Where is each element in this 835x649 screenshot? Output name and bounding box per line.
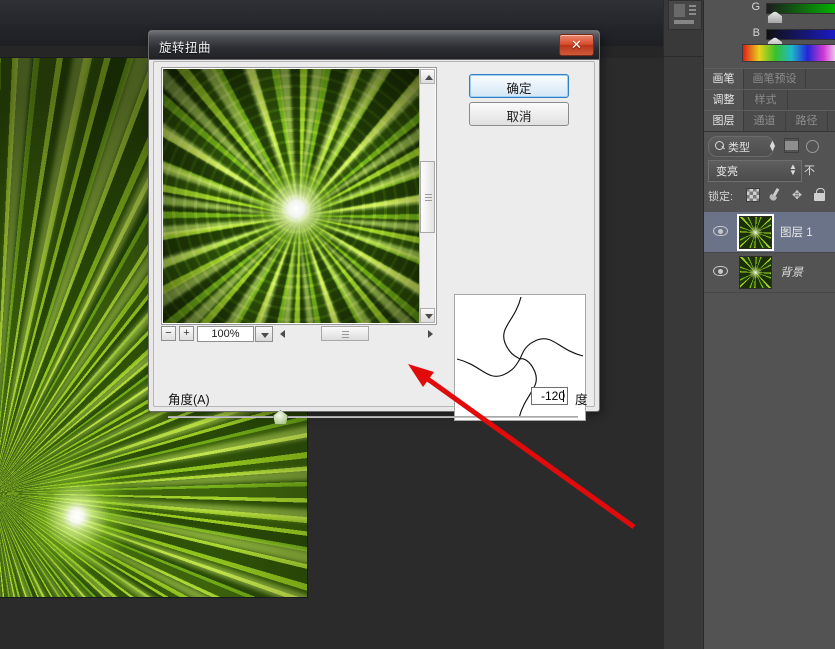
scroll-down-button[interactable] (420, 308, 435, 323)
chevron-up-icon (425, 75, 433, 80)
blend-mode-bar: 变亮 ▲▼ 不 (708, 160, 832, 182)
preview-vertical-scrollbar[interactable] (419, 69, 435, 323)
cancel-button-label: 取消 (470, 106, 568, 125)
zoom-out-button[interactable]: − (161, 326, 176, 341)
blend-mode-select[interactable]: 变亮 ▲▼ (708, 160, 802, 182)
dock-divider (664, 56, 704, 57)
close-button[interactable]: ✕ (559, 34, 594, 56)
collapsed-panel-dock[interactable] (663, 0, 704, 649)
tab-row-adjustments: 调整 样式 (704, 89, 835, 111)
collapsed-panel-button[interactable] (668, 0, 702, 30)
scrollbar-grip-icon (342, 331, 349, 338)
color-slider-row-g[interactable]: G (704, 0, 835, 22)
eye-pupil (718, 229, 723, 234)
channel-label-g: G (748, 1, 760, 13)
layer-thumb-glow (740, 217, 771, 248)
tab-brush-presets[interactable]: 画笔预设 (744, 69, 806, 89)
filter-adjustment-icon[interactable] (806, 140, 819, 153)
angle-control-row: 角度(A) -120 度 (168, 387, 588, 407)
text-caret (563, 390, 564, 402)
dialog-title-bar[interactable]: 旋转扭曲 ✕ (149, 31, 599, 60)
tab-adjustments[interactable]: 调整 (704, 90, 744, 110)
preview-zoom-bar: − + 100% (161, 326, 435, 344)
chevron-updown-icon: ▲▼ (789, 164, 796, 177)
blend-mode-value: 变亮 (716, 163, 738, 179)
search-icon (715, 141, 724, 150)
twirl-filter-dialog: 旋转扭曲 ✕ (148, 30, 600, 412)
layer-row-1[interactable]: 图层 1 (704, 212, 835, 253)
close-icon: ✕ (560, 35, 593, 55)
angle-value: -120 (532, 389, 565, 403)
tab-row-brushes: 画笔 画笔预设 (704, 68, 835, 90)
layer-thumb-glow (740, 257, 771, 288)
plus-icon: + (180, 327, 193, 340)
lock-label: 锁定: (708, 188, 733, 204)
angle-slider[interactable] (168, 410, 578, 424)
layer-name-2[interactable]: 背景 (780, 264, 803, 280)
panel-lines-icon (689, 5, 696, 16)
color-spectrum-ramp[interactable] (742, 44, 835, 62)
layer-filter-type-dropdown[interactable]: 类型 ▲▼ (708, 136, 774, 157)
lock-position-move-icon[interactable]: ✥ (790, 188, 804, 202)
angle-input[interactable]: -120 (531, 387, 568, 405)
layer-thumbnail[interactable] (740, 257, 771, 288)
chevron-right-icon[interactable] (428, 330, 433, 338)
opacity-label: 不 (804, 162, 815, 178)
layer-filter-bar: 类型 ▲▼ (708, 136, 832, 156)
minus-icon: − (162, 327, 175, 340)
tab-layers[interactable]: 图层 (704, 111, 744, 131)
zoom-level-field[interactable]: 100% (197, 326, 254, 342)
tab-paths[interactable]: 路径 (786, 111, 828, 131)
dialog-title: 旋转扭曲 (159, 37, 211, 56)
angle-label: 角度(A) (168, 389, 210, 408)
zoom-dropdown-button[interactable] (255, 326, 273, 342)
eye-icon[interactable] (713, 226, 728, 236)
lock-body (814, 193, 825, 201)
hscrollbar-thumb[interactable] (321, 326, 369, 341)
angle-unit-label: 度 (575, 389, 588, 408)
filter-preview-image[interactable] (163, 69, 419, 323)
eye-icon[interactable] (713, 266, 728, 276)
layer-row-2[interactable]: 背景 (704, 252, 835, 293)
scrollbar-grip-icon (425, 194, 432, 201)
preview-horizontal-scrollbar[interactable] (278, 326, 435, 342)
tab-brush[interactable]: 画笔 (704, 69, 744, 89)
zoom-level-value: 100% (198, 328, 253, 340)
dialog-body: − + 100% 确定 取消 (153, 61, 595, 407)
channel-label-b: B (748, 27, 760, 39)
ok-button-label: 确定 (470, 78, 568, 97)
tab-row-layers: 图层 通道 路径 (704, 110, 835, 132)
zoom-in-button[interactable]: + (179, 326, 194, 341)
eye-pupil (718, 269, 723, 274)
lock-bar: 锁定: ✥ (708, 186, 835, 206)
angle-slider-track[interactable] (168, 416, 578, 418)
chevron-left-icon[interactable] (280, 330, 285, 338)
lock-transparency-icon[interactable] (746, 188, 760, 202)
scroll-up-button[interactable] (420, 69, 435, 84)
angle-slider-thumb[interactable] (273, 410, 288, 425)
preview-vignette (163, 69, 419, 323)
lock-image-brush-icon[interactable] (765, 185, 784, 204)
layers-panel: 类型 ▲▼ 变亮 ▲▼ 不 锁定: ✥ (704, 132, 835, 649)
filter-preview-frame (161, 67, 437, 325)
lock-all-icon[interactable] (814, 188, 825, 201)
layer-name-1[interactable]: 图层 1 (780, 224, 813, 240)
tab-channels[interactable]: 通道 (744, 111, 786, 131)
chevron-down-icon (261, 333, 269, 338)
ok-button[interactable]: 确定 (469, 74, 569, 98)
layer-filter-label: 类型 (728, 139, 750, 155)
right-panel-dock: G B 画笔 画笔预设 调整 样式 图层 通道 路径 类型 ▲▼ (703, 0, 835, 649)
filter-pixel-icon[interactable] (784, 138, 799, 153)
chevron-down-icon (425, 314, 433, 319)
scrollbar-thumb[interactable] (420, 161, 435, 233)
tab-styles[interactable]: 样式 (744, 90, 788, 110)
cancel-button[interactable]: 取消 (469, 102, 569, 126)
layer-thumbnail[interactable] (740, 217, 771, 248)
color-panel: G B (704, 0, 835, 66)
